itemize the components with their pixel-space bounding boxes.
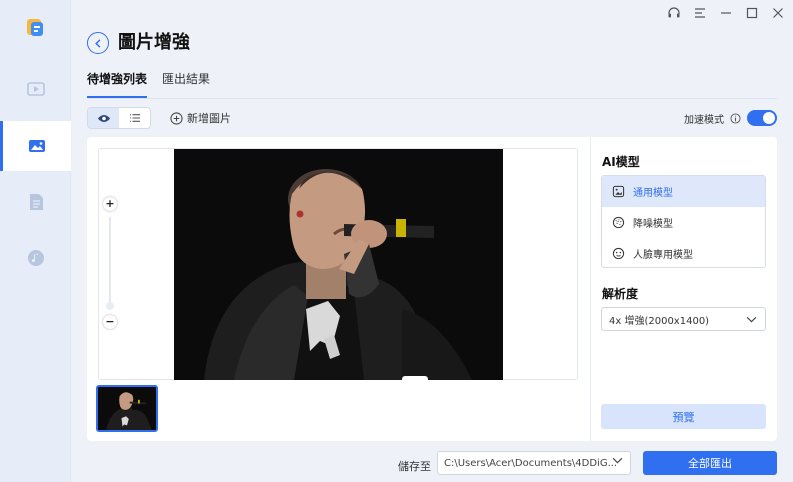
tab-export-results[interactable]: 匯出結果 — [162, 72, 210, 96]
model-item-denoise[interactable]: 降噪模型 — [602, 207, 765, 238]
zoom-out-button[interactable]: − — [103, 315, 117, 329]
list-view-button[interactable] — [119, 108, 150, 128]
zoom-track[interactable] — [109, 217, 111, 309]
chevron-down-icon — [746, 316, 757, 322]
image-thumbnail[interactable] — [96, 385, 158, 432]
zoom-in-button[interactable]: + — [103, 197, 117, 211]
compare-handle[interactable] — [402, 376, 428, 380]
preview-image — [174, 149, 503, 380]
minimize-icon[interactable] — [717, 4, 735, 22]
back-button[interactable] — [87, 32, 109, 54]
resolution-select[interactable]: 4x 增強(2000x1400) — [601, 307, 766, 331]
face-icon — [612, 247, 625, 260]
menu-icon[interactable] — [691, 4, 709, 22]
zoom-handle[interactable] — [106, 302, 114, 310]
image-preview-area: + − — [98, 148, 578, 380]
noise-icon — [612, 216, 625, 229]
add-image-button[interactable]: 新增圖片 — [170, 110, 231, 126]
model-label: 通用模型 — [633, 188, 673, 199]
resolution-title: 解析度 — [602, 287, 639, 301]
model-label: 降噪模型 — [633, 219, 673, 230]
view-toggle — [87, 107, 151, 129]
zoom-slider: + − — [103, 197, 117, 329]
window-controls — [665, 4, 787, 22]
model-item-general[interactable]: 通用模型 — [602, 176, 765, 207]
model-list: 通用模型 降噪模型 人臉專用模型 — [601, 175, 766, 268]
singer-photo — [174, 149, 503, 380]
sidebar-item-image[interactable] — [0, 121, 71, 171]
picture-icon — [612, 185, 625, 198]
preview-button[interactable]: 預覽 — [601, 404, 766, 429]
list-icon — [129, 114, 140, 122]
info-icon[interactable] — [730, 112, 741, 124]
settings-panel: AI模型 通用模型 降噪模型 人臉專用模型 解析度 4x 增強(2000x140… — [590, 137, 777, 441]
save-to-label: 儲存至 — [398, 460, 431, 473]
music-icon — [27, 250, 44, 266]
film-icon — [26, 82, 45, 96]
chevron-left-icon — [94, 38, 100, 48]
add-image-label: 新增圖片 — [187, 112, 231, 125]
ai-model-title: AI模型 — [602, 155, 640, 169]
resolution-value: 4x 增強(2000x1400) — [609, 315, 710, 327]
eye-icon — [97, 114, 110, 122]
model-item-face[interactable]: 人臉專用模型 — [602, 238, 765, 269]
plus-circle-icon — [170, 111, 183, 125]
export-all-button[interactable]: 全部匯出 — [643, 451, 777, 475]
preview-view-button[interactable] — [88, 108, 119, 128]
save-path-value: C:\Users\Acer\Documents\4DDiG... — [444, 457, 618, 469]
image-icon — [29, 140, 45, 152]
main-panel: + − AI模型 通用模型 降噪模型 人臉專用模型 解析度 4x 增強(2000… — [87, 137, 777, 441]
speed-mode-toggle[interactable] — [747, 110, 777, 126]
save-path-select[interactable]: C:\Users\Acer\Documents\4DDiG... — [437, 451, 631, 475]
tab-bar: 待增強列表 匯出結果 — [87, 72, 777, 99]
sidebar-item-document[interactable] — [0, 177, 71, 227]
sidebar-item-audio[interactable] — [0, 233, 71, 283]
maximize-icon[interactable] — [743, 4, 761, 22]
app-logo-icon — [24, 16, 46, 38]
speed-mode: 加速模式 — [684, 110, 777, 126]
headset-icon[interactable] — [665, 4, 683, 22]
model-label: 人臉專用模型 — [633, 250, 693, 261]
close-icon[interactable] — [769, 4, 787, 22]
chevron-down-icon — [612, 457, 623, 464]
document-icon — [29, 194, 43, 210]
page-title: 圖片增強 — [118, 32, 190, 53]
sidebar — [0, 0, 71, 482]
tab-pending-list[interactable]: 待增強列表 — [87, 72, 148, 98]
sidebar-item-video[interactable] — [0, 64, 71, 114]
speed-mode-label: 加速模式 — [684, 114, 724, 126]
singer-thumbnail — [98, 387, 156, 430]
